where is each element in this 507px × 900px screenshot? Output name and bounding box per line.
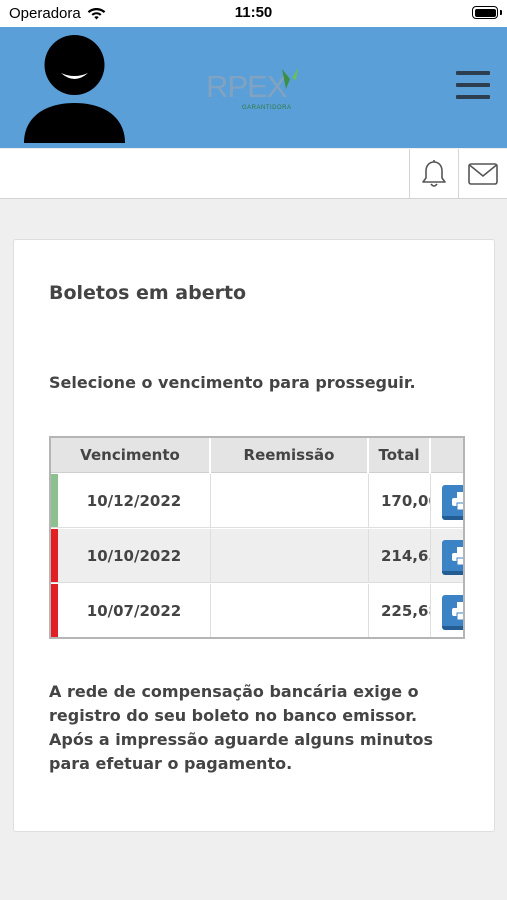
due-date-cell: 10/10/2022 [58, 529, 211, 583]
column-header-reemissao: Reemissão [211, 438, 369, 473]
table-row[interactable]: 10/12/2022 170,00 [51, 474, 463, 528]
column-header-total: Total [369, 438, 431, 473]
open-bills-card: Boletos em aberto Selecione o vencimento… [13, 239, 495, 832]
payment-notice: A rede de compensação bancária exige o r… [49, 680, 469, 776]
table-row[interactable]: 10/10/2022 214,65 [51, 529, 463, 583]
printer-icon [452, 492, 463, 511]
column-header-action [431, 438, 463, 473]
instruction-text: Selecione o vencimento para prosseguir. [49, 373, 416, 392]
messages-button[interactable] [458, 149, 507, 198]
page-title: Boletos em aberto [49, 282, 247, 304]
table-header: Vencimento Reemissão Total [51, 438, 463, 473]
action-toolbar [0, 149, 507, 199]
reissue-cell [211, 529, 369, 583]
envelope-icon [468, 162, 498, 185]
print-button[interactable] [442, 485, 463, 520]
reissue-cell [211, 584, 369, 637]
total-cell: 225,68 [369, 584, 431, 637]
table-row[interactable]: 10/07/2022 225,68 [51, 584, 463, 637]
battery-tip [500, 10, 502, 15]
printer-icon [452, 602, 463, 621]
notice-line-1: A rede de compensação bancária exige o r… [49, 682, 419, 725]
print-button[interactable] [442, 540, 463, 575]
reissue-cell [211, 474, 369, 528]
battery-icon [472, 6, 498, 19]
status-indicator [51, 474, 58, 527]
app-header: RPEX GARANTIDORA [0, 27, 507, 148]
status-indicator [51, 584, 58, 637]
due-date-cell: 10/07/2022 [58, 584, 211, 637]
due-date-cell: 10/12/2022 [58, 474, 211, 528]
logo-mark [282, 68, 298, 89]
notice-line-2: Após a impressão aguarde alguns minutos … [49, 730, 433, 773]
column-header-vencimento: Vencimento [51, 438, 211, 473]
hamburger-menu-icon[interactable] [456, 71, 490, 99]
company-logo: RPEX GARANTIDORA [206, 68, 301, 114]
total-cell: 214,65 [369, 529, 431, 583]
user-avatar-icon[interactable] [23, 33, 126, 143]
clock: 11:50 [234, 4, 273, 21]
bills-table: Vencimento Reemissão Total 10/12/2022 17… [49, 436, 465, 639]
bell-icon [421, 159, 446, 187]
printer-icon [452, 547, 463, 566]
notifications-button[interactable] [409, 149, 457, 198]
logo-text: RPEX [206, 69, 287, 104]
print-button[interactable] [442, 595, 463, 630]
status-bar: Operadora 11:50 [0, 0, 507, 27]
logo-subtitle: GARANTIDORA [242, 105, 292, 111]
total-cell: 170,00 [369, 474, 431, 528]
status-indicator [51, 529, 58, 582]
